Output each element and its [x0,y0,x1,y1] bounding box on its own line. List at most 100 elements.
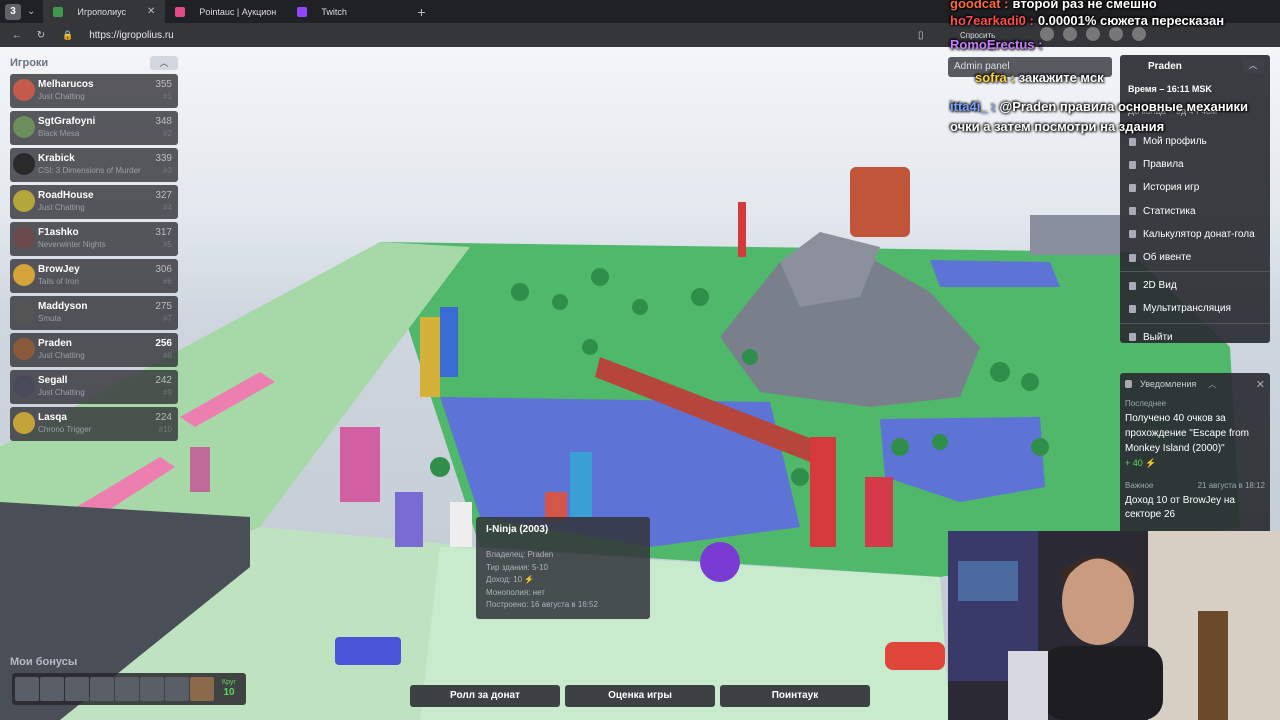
lock-icon[interactable]: 🔒 [62,30,73,41]
player-row[interactable]: Krabick CSI: 3 Dimensions of Murder 339 #3 [10,148,178,182]
bonus-slot[interactable] [15,677,39,701]
menu-item-label: Правила [1143,159,1184,171]
chevron-up-icon[interactable]: ︿ [1208,379,1216,390]
pointauc-button[interactable]: Поинтаук [720,685,870,707]
menu-item[interactable]: Об ивенте [1120,246,1270,269]
bonus-slot[interactable] [90,677,114,701]
latest-message: Получено 40 очков за прохождение "Escape… [1125,413,1249,454]
menu-item[interactable]: История игр [1120,176,1270,199]
player-avatar [13,190,35,212]
chat-text: очки а затем посмотри на здания [950,119,1165,134]
player-row[interactable]: Maddyson Smuta 275 #7 [10,296,178,330]
player-score: 275 [155,301,172,312]
player-rank: #2 [163,129,172,138]
menu-item-label: История игр [1143,182,1200,194]
chevron-up-icon[interactable]: ︿ [1242,59,1264,73]
bonuses-title: Мои бонусы [10,656,78,668]
bonus-slot[interactable] [65,677,89,701]
player-row[interactable]: F1ashko Neverwinter Nights 317 #5 [10,222,178,256]
player-game: Just Chatting [38,388,85,397]
player-rank: #5 [163,240,172,249]
logout-menu-item[interactable]: Выйти [1120,326,1270,349]
player-avatar [13,153,35,175]
username: Praden [1148,60,1182,72]
bonus-slot[interactable] [190,677,214,701]
menu-item-icon [1129,207,1136,216]
extension-icon[interactable] [1109,27,1123,41]
player-avatar [13,264,35,286]
player-row[interactable]: BrowJey Tails of Iron 306 #6 [10,259,178,293]
chat-message: sofra : закажите мск [975,70,1104,85]
new-tab-button[interactable]: + [417,4,425,20]
players-panel: Игроки ︿ Melharucos Just Chatting 355 #1 Sgt… [10,55,178,441]
important-date: 21 августа в 18:12 [1197,481,1265,490]
chat-message: очки а затем посмотри на здания [950,119,1164,134]
menu-item[interactable]: Статистика [1120,200,1270,223]
chat-text: закажите мск [1018,70,1104,85]
player-row[interactable]: SgtGrafoyni Black Mesa 348 #2 [10,111,178,145]
menu-divider [1120,322,1270,324]
player-avatar [13,412,35,434]
player-game: Smuta [38,314,62,323]
menu-item-icon [1129,230,1136,239]
bonus-slot[interactable] [40,677,64,701]
menu-item-icon [1129,253,1136,262]
chat-user: ho7earkadi0 : [950,13,1034,28]
extension-icon[interactable] [1132,27,1146,41]
tooltip-income: Доход: 10 ⚡ [486,575,535,584]
collapse-button[interactable]: ︿ [150,56,178,70]
url-field[interactable]: https://igropolius.ru [89,30,174,41]
menu-item[interactable]: Правила [1120,153,1270,176]
player-avatar [13,301,35,323]
close-icon[interactable]: ✕ [147,6,155,17]
tab-twitch[interactable]: Twitch [287,0,409,23]
player-name: Lasqa [38,412,67,423]
bonus-slot[interactable] [165,677,189,701]
player-rank: #4 [163,203,172,212]
bonus-slot[interactable] [115,677,139,701]
bonuses-bar: Круг 10 [12,673,246,705]
bookmark-icon[interactable]: ▯ [918,30,924,41]
reload-icon[interactable]: ↻ [34,30,48,41]
menu-item-label: 2D Вид [1143,280,1177,292]
extension-icon[interactable] [1063,27,1077,41]
player-row[interactable]: Segall Just Chatting 242 #9 [10,370,178,404]
menu-item[interactable]: Мультитрансляция [1120,297,1270,320]
menu-item-icon [1129,183,1136,192]
player-row[interactable]: Melharucos Just Chatting 355 #1 [10,74,178,108]
player-avatar [13,375,35,397]
bell-icon [1125,380,1132,388]
player-row[interactable]: RoadHouse Just Chatting 327 #4 [10,185,178,219]
player-score: 306 [155,264,172,275]
player-score: 224 [155,412,172,423]
player-avatar [13,338,35,360]
chat-text: второй раз не смешно [1012,0,1157,11]
chevron-down-icon[interactable]: ⌄ [27,6,35,17]
player-row[interactable]: Praden Just Chatting 256 #8 [10,333,178,367]
tab-pointauc[interactable]: Pointauc | Аукцион для стримеров [165,0,287,23]
player-game: Tails of Iron [38,277,79,286]
twitch-icon [297,6,308,17]
lap-label: Круг [222,679,236,686]
tab-title: Twitch [321,6,347,17]
menu-item-label: Мой профиль [1143,136,1207,148]
player-avatar [13,116,35,138]
tab-igropolius[interactable]: Игрополиус ✕ [43,0,166,23]
tooltip-tier: Тир здания: 5-10 [486,562,548,572]
back-arrow-icon[interactable]: ← [10,30,24,41]
rate-game-button[interactable]: Оценка игры [565,685,715,707]
menu-item-label: Об ивенте [1143,252,1192,264]
extension-icon[interactable] [1086,27,1100,41]
chat-user: sofra : [975,70,1015,85]
player-row[interactable]: Lasqa Chrono Trigger 224 #10 [10,407,178,441]
user-menu-header[interactable]: Praden ︿ [1120,55,1270,77]
menu-item-label: Калькулятор донат-гола [1143,228,1255,240]
browser-logo-icon[interactable]: 3 [5,3,21,20]
menu-item[interactable]: Калькулятор донат-гола [1120,223,1270,246]
player-rank: #7 [163,314,172,323]
roll-donate-button[interactable]: Ролл за донат [410,685,560,707]
bonus-slot[interactable] [140,677,164,701]
player-score: 242 [155,375,172,386]
close-icon[interactable]: ✕ [1256,378,1265,391]
menu-item[interactable]: 2D Вид [1120,274,1270,297]
